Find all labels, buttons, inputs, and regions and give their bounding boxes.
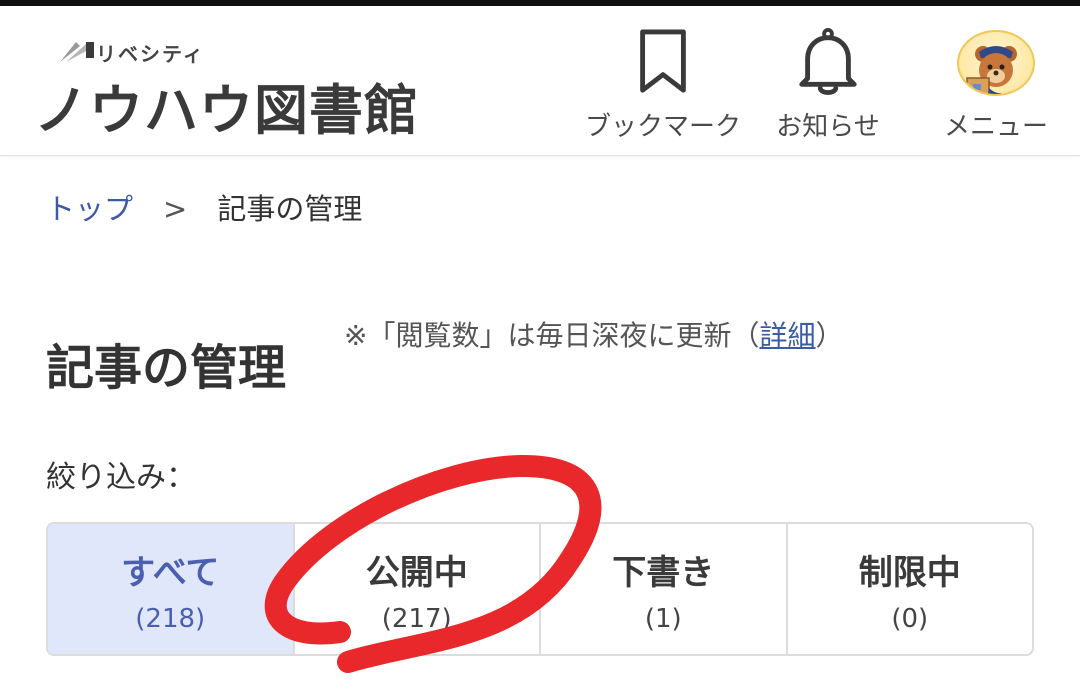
logo-subtitle: リベシティ [96, 42, 205, 66]
filter-tab-all[interactable]: すべて (218) [48, 524, 295, 654]
leaf-icon [60, 42, 94, 62]
bell-icon [799, 28, 857, 96]
nav-menu-label: メニュー [943, 112, 1048, 142]
page-title: 記事の管理 [46, 340, 287, 397]
nav-bookmark[interactable]: ブックマーク [578, 28, 748, 143]
filter-tab-name: 公開中 [365, 552, 468, 593]
breadcrumb: トップ > 記事の管理 [46, 186, 362, 228]
breadcrumb-top-link[interactable]: トップ [46, 192, 133, 226]
details-link[interactable]: 詳細 [759, 319, 815, 352]
filter-tab-draft[interactable]: 下書き (1) [541, 524, 788, 654]
bookmark-icon [640, 29, 686, 93]
views-update-note: ※「閲覧数」は毎日深夜に更新（詳細） [344, 314, 844, 354]
filter-tab-restricted[interactable]: 制限中 (0) [788, 524, 1033, 654]
filter-tab-count: (0) [891, 603, 929, 634]
note-suffix: ） [815, 319, 844, 352]
nav-menu[interactable]: メニュー [932, 28, 1060, 143]
filter-tab-name: 制限中 [858, 552, 961, 593]
nav-notifications-label: お知らせ [776, 112, 880, 142]
site-header: リベシティ ノウハウ図書館 ブックマーク お知らせ メニュー [0, 6, 1080, 156]
filter-tab-published[interactable]: 公開中 (217) [295, 524, 541, 654]
avatar [957, 30, 1035, 96]
filter-tab-count: (218) [135, 603, 206, 634]
filter-tab-name: 下書き [612, 552, 715, 593]
breadcrumb-current: 記事の管理 [217, 192, 363, 226]
filter-tabs: すべて (218) 公開中 (217) 下書き (1) 制限中 (0) [46, 522, 1034, 656]
nav-notifications[interactable]: お知らせ [768, 28, 888, 143]
filter-tab-count: (217) [381, 603, 452, 634]
filter-label: 絞り込み： [46, 460, 196, 495]
logo-title: ノウハウ図書館 [34, 79, 419, 142]
filter-tab-name: すべて [121, 552, 220, 593]
filter-tab-count: (1) [644, 603, 682, 634]
note-prefix: ※「閲覧数」は毎日深夜に更新（ [344, 319, 760, 352]
nav-bookmark-label: ブックマーク [584, 112, 741, 142]
site-logo[interactable]: リベシティ ノウハウ図書館 [34, 32, 424, 142]
breadcrumb-separator: > [163, 192, 188, 226]
bear-avatar-icon [966, 46, 1017, 94]
